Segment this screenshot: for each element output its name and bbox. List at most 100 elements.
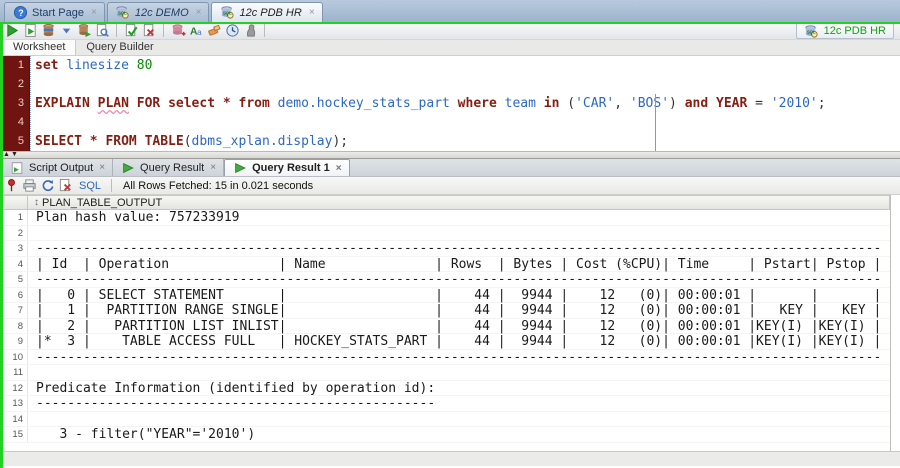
document-tab-12c-pdb-hr[interactable]: SQL 12c PDB HR × [211, 2, 323, 22]
output-tab-query-result-1[interactable]: Query Result 1 × [224, 159, 350, 176]
svg-text:SQL: SQL [223, 10, 232, 15]
connection-selector[interactable]: SQL 12c PDB HR [795, 23, 894, 39]
code-token: ; [817, 96, 826, 111]
row-number: 12 [0, 380, 28, 395]
close-tab-icon[interactable]: × [336, 163, 342, 174]
table-row[interactable]: 4 | Id | Operation | Name | Rows | Bytes … [0, 256, 890, 272]
dropdown-arrow-icon[interactable] [58, 23, 74, 39]
output-tab-script-output[interactable]: Script Output × [2, 159, 114, 176]
line-number: 1 [17, 59, 24, 71]
row-number: 7 [0, 303, 28, 318]
table-row[interactable]: 13 --------------------------------------… [0, 396, 890, 412]
sql-tuning-icon[interactable] [94, 23, 110, 39]
grid-corner-cell[interactable] [0, 195, 28, 210]
advisor-icon[interactable] [242, 23, 258, 39]
result-toolbar: SQL All Rows Fetched: 15 in 0.021 second… [0, 177, 900, 195]
table-row[interactable]: 11 [0, 365, 890, 381]
explain-plan-icon[interactable] [76, 23, 92, 39]
code-token: demo.hockey_stats_part [277, 96, 450, 111]
code-line[interactable]: SELECT * FROM TABLE(dbms_xplan.display); [35, 132, 900, 151]
autotrace-icon[interactable] [40, 23, 56, 39]
discard-icon[interactable] [57, 178, 73, 194]
table-row[interactable]: 6 | 0 | SELECT STATEMENT | | 44 | 9944 | … [0, 287, 890, 303]
code-line[interactable]: EXPLAIN PLAN FOR select * from demo.hock… [35, 94, 900, 113]
row-number: 5 [0, 272, 28, 287]
table-row[interactable]: 14 [0, 411, 890, 427]
table-row[interactable]: 5 ---------------------------------------… [0, 272, 890, 288]
query-result-icon [120, 160, 136, 176]
table-row[interactable]: 15 3 - filter("YEAR"='2010') [0, 427, 890, 443]
row-number: 1 [0, 210, 28, 225]
output-tab-label: Query Result 1 [252, 162, 330, 174]
document-tab-label: 12c PDB HR [239, 6, 302, 19]
splitter-up-arrow[interactable]: ▲ [3, 151, 10, 158]
row-content: | 1 | PARTITION RANGE SINGLE| | 44 | 994… [36, 303, 882, 318]
table-row[interactable]: 3 ---------------------------------------… [0, 241, 890, 257]
history-icon[interactable] [224, 23, 240, 39]
print-icon[interactable] [21, 178, 37, 194]
code-token: and YEAR [684, 96, 756, 111]
table-row[interactable]: 7 | 1 | PARTITION RANGE SINGLE| | 44 | 99… [0, 303, 890, 319]
line-number: 3 [17, 97, 24, 109]
code-area[interactable]: set linesize 80 EXPLAIN PLAN FOR select *… [30, 56, 900, 151]
output-tab-query-result[interactable]: Query Result × [113, 159, 225, 176]
code-token: ); [332, 134, 349, 149]
table-row[interactable]: 9 |* 3 | TABLE ACCESS FULL | HOCKEY_STATS… [0, 334, 890, 350]
row-content [28, 365, 36, 380]
document-tab-12c-demo[interactable]: SQL 12c DEMO × [106, 2, 210, 22]
splitter-down-arrow[interactable]: ▼ [11, 151, 18, 158]
code-token: in [543, 96, 568, 111]
commit-icon[interactable] [123, 23, 139, 39]
table-row[interactable]: 1 Plan hash value: 757233919 [0, 210, 890, 226]
row-number: 3 [0, 241, 28, 256]
table-row[interactable]: 8 | 2 | PARTITION LIST INLIST| | 44 | 994… [0, 318, 890, 334]
editor-output-splitter[interactable]: ▲ ▼ [0, 151, 900, 159]
run-script-icon[interactable] [22, 23, 38, 39]
code-token: EXPLAIN [35, 96, 98, 111]
code-token: FOR select * from [128, 96, 278, 111]
tab-worksheet[interactable]: Worksheet [2, 39, 77, 55]
clear-icon[interactable] [206, 23, 222, 39]
code-token: where [457, 96, 505, 111]
help-icon: ? [12, 5, 28, 21]
code-token: '2010' [770, 96, 818, 111]
close-tab-icon[interactable]: × [309, 7, 315, 18]
row-number: 8 [0, 318, 28, 333]
close-tab-icon[interactable]: × [210, 162, 216, 173]
svg-text:SQL: SQL [807, 29, 816, 34]
row-number: 10 [0, 349, 28, 364]
table-row[interactable]: 10 --------------------------------------… [0, 349, 890, 365]
worksheet-tabbar: Worksheet Query Builder [0, 39, 900, 56]
document-tab-start-page[interactable]: ? Start Page × [4, 2, 105, 22]
sql-button[interactable]: SQL [79, 180, 101, 192]
grid-header-row: ↕ PLAN_TABLE_OUTPUT [0, 195, 890, 210]
output-tabbar: Script Output × Query Result × Query Result … [0, 159, 900, 177]
rollback-icon[interactable] [141, 23, 157, 39]
pin-icon[interactable] [3, 178, 19, 194]
close-tab-icon[interactable]: × [99, 162, 105, 173]
row-number: 9 [0, 334, 28, 349]
unshared-worksheet-icon[interactable] [170, 23, 186, 39]
status-strip [0, 451, 900, 466]
sql-editor[interactable]: 1 2 3 4 5 set linesize 80 EXPLAIN PLAN FOR se… [0, 56, 900, 151]
column-header[interactable]: ↕ PLAN_TABLE_OUTPUT [28, 195, 890, 210]
run-icon[interactable] [4, 23, 20, 39]
fetch-status: All Rows Fetched: 15 in 0.021 seconds [123, 179, 314, 192]
connection-icon: SQL [219, 5, 235, 21]
toolbar-separator [264, 24, 265, 37]
case-toggle-icon[interactable]: Aa [188, 23, 204, 39]
code-line[interactable] [35, 113, 900, 132]
code-line[interactable] [35, 75, 900, 94]
table-row[interactable]: 12 Predicate Information (identified by o… [0, 380, 890, 396]
code-line[interactable]: set linesize 80 [35, 56, 900, 75]
document-tabbar: ? Start Page × SQL 12c DEMO × SQL 12c PDB HR × [0, 0, 900, 22]
refresh-icon[interactable] [39, 178, 55, 194]
close-tab-icon[interactable]: × [91, 7, 97, 18]
toolbar-separator [111, 179, 113, 192]
tab-query-builder[interactable]: Query Builder [76, 40, 163, 55]
table-row[interactable]: 2 [0, 225, 890, 241]
close-tab-icon[interactable]: × [196, 7, 202, 18]
code-token: set [35, 58, 67, 73]
row-content [28, 226, 36, 241]
